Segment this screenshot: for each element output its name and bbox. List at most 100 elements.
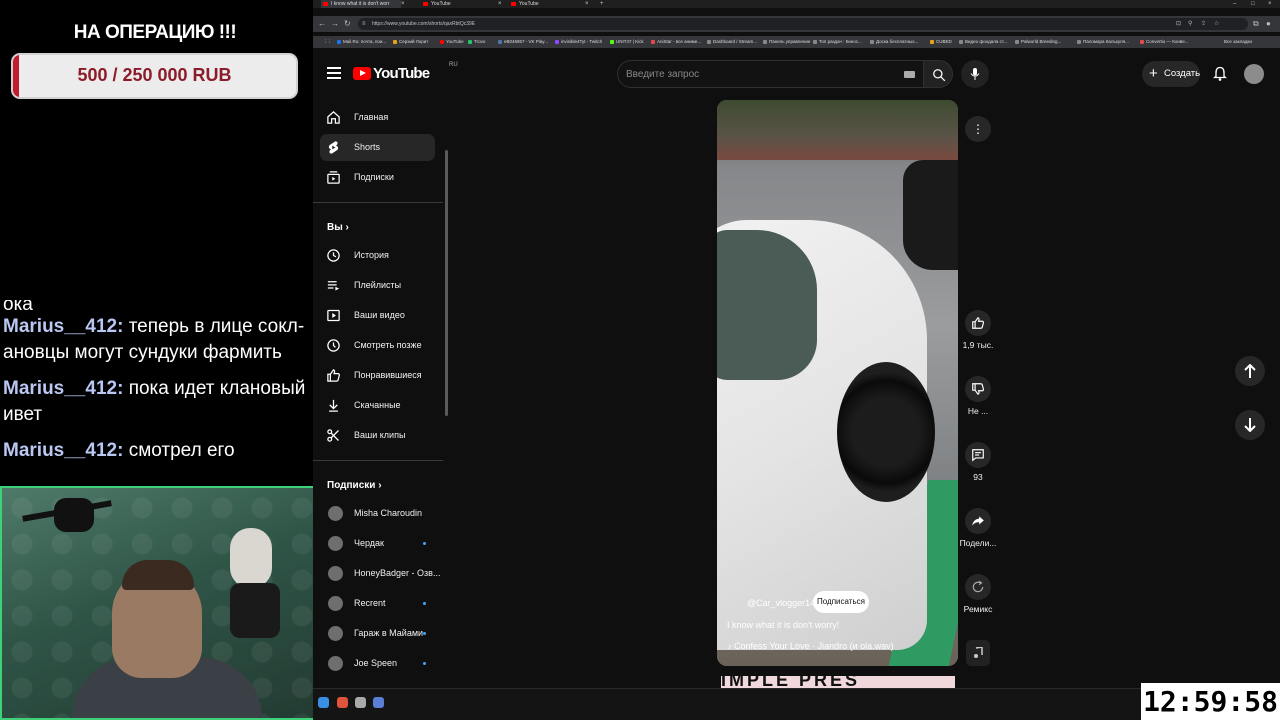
- donation-progress-bar: 500 / 250 000 RUB: [11, 53, 298, 99]
- new-tab-icon[interactable]: +: [600, 0, 604, 8]
- sidebar-item-downloads[interactable]: Скачанные: [320, 392, 435, 419]
- close-icon[interactable]: ×: [498, 0, 502, 8]
- tab-youtube[interactable]: YouTube: [421, 0, 491, 8]
- bookmark-item[interactable]: Mail.Ru: почта, пои...: [337, 39, 386, 45]
- subscriptions-section-header[interactable]: Подписки ›: [327, 480, 382, 491]
- bookmark-item[interactable]: CUBED: [930, 39, 952, 45]
- sound-thumbnail[interactable]: [966, 640, 990, 666]
- extensions-icon[interactable]: ⧉: [1253, 19, 1259, 29]
- chat-username: Marius__412: [3, 378, 118, 399]
- address-bar[interactable]: ≡ https://www.youtube.com/shorts/qaxRbtQ…: [358, 18, 1248, 30]
- subscription-channel[interactable]: Joe Speen: [320, 650, 435, 677]
- all-bookmarks[interactable]: Все закладки: [1218, 39, 1252, 45]
- menu-icon[interactable]: [327, 67, 341, 79]
- like-count: 1,9 тыс.: [962, 340, 994, 350]
- sidebar-item-watch-later[interactable]: Смотреть позже: [320, 332, 435, 359]
- bookmark-item[interactable]: Trovo: [468, 39, 485, 45]
- short-video-player[interactable]: @Car_vlogger14 Подписаться I know what i…: [717, 100, 958, 666]
- bookmark-item[interactable]: AniStar - все аниме...: [651, 39, 701, 45]
- maximize-icon[interactable]: □: [1251, 0, 1255, 8]
- black-car: [903, 160, 958, 270]
- reload-icon[interactable]: ↻: [344, 19, 351, 29]
- app-taskbar-icon[interactable]: [373, 697, 384, 708]
- bookmark-item[interactable]: Доска бесплатных...: [870, 39, 918, 45]
- tab-youtube-2[interactable]: YouTube: [509, 0, 579, 8]
- window-close-icon[interactable]: ×: [1268, 0, 1272, 8]
- youtube-page: YouTube RU Введите запрос + Создать Глав…: [313, 48, 1280, 688]
- bookmark-item[interactable]: YouTube: [440, 39, 464, 45]
- subscribe-button[interactable]: Подписаться: [813, 591, 869, 613]
- next-short-preview[interactable]: IMPLE PRES: [721, 676, 955, 688]
- sidebar-item-clips[interactable]: Ваши клипы: [320, 422, 435, 449]
- site-info-icon[interactable]: ≡: [362, 20, 366, 28]
- comments-button[interactable]: 93: [958, 442, 998, 482]
- search-input[interactable]: Введите запрос: [617, 60, 923, 88]
- sidebar-item-shorts[interactable]: Shorts: [320, 134, 435, 161]
- bookmark-item[interactable]: UNIT47 | Kick: [610, 39, 644, 45]
- bookmark-item[interactable]: Панель управление: [763, 39, 810, 45]
- sidebar-item-history[interactable]: История: [320, 242, 435, 269]
- subscription-channel[interactable]: Гараж в Майами: [320, 620, 435, 647]
- account-avatar[interactable]: [1244, 64, 1264, 84]
- arrow-down-icon: [1244, 418, 1256, 432]
- close-icon[interactable]: ×: [585, 0, 589, 8]
- remix-button[interactable]: Ремикс: [958, 574, 998, 614]
- bookmark-item[interactable]: Palworld Breeding...: [1015, 39, 1061, 45]
- stream-clock: 12:59:58: [1141, 683, 1280, 720]
- bookmark-item[interactable]: Паломара Калькуля...: [1077, 39, 1129, 45]
- create-button[interactable]: + Создать: [1142, 61, 1200, 87]
- browser-taskbar-icon[interactable]: [337, 697, 348, 708]
- screen: НА ОПЕРАЦИЮ !!! 500 / 250 000 RUB ока Ma…: [0, 0, 1280, 720]
- close-icon[interactable]: ×: [401, 0, 405, 8]
- profile-icon[interactable]: ●: [1266, 19, 1271, 29]
- start-icon[interactable]: [318, 697, 329, 708]
- bookmark-item[interactable]: Видео фондала ст...: [959, 39, 1007, 45]
- share-arrow-icon: [972, 516, 984, 526]
- divider: [313, 460, 443, 461]
- bookmark-item[interactable]: Dashboard / Stream...: [707, 39, 757, 45]
- forward-icon[interactable]: →: [331, 19, 339, 29]
- share-button[interactable]: Подели...: [958, 508, 998, 548]
- bookmark-item[interactable]: invisible4Tyt - Twitch: [555, 39, 602, 45]
- sidebar-item-liked[interactable]: Понравившиеся: [320, 362, 435, 389]
- sidebar-item-subscriptions[interactable]: Подписки: [320, 164, 435, 191]
- next-short-button[interactable]: [1235, 410, 1265, 440]
- back-icon[interactable]: ←: [318, 19, 326, 29]
- download-icon: [329, 399, 338, 412]
- bookmark-item[interactable]: Серхий Лорит: [393, 39, 428, 45]
- bookmark-item[interactable]: Convertio — Конве...: [1140, 39, 1188, 45]
- voice-search-button[interactable]: [961, 60, 989, 88]
- sidebar-item-playlists[interactable]: Плейлисты: [320, 272, 435, 299]
- bookmark-item[interactable]: Топ раздач : Кинос...: [813, 39, 862, 45]
- tab-short[interactable]: I know what it is don't worr: [321, 0, 401, 8]
- more-options-icon[interactable]: ⋮: [965, 116, 991, 142]
- previous-short-button[interactable]: [1235, 356, 1265, 386]
- subscription-channel[interactable]: Чердак: [320, 530, 435, 557]
- zoom-icon[interactable]: ⚲: [1188, 20, 1192, 28]
- like-button[interactable]: 1,9 тыс.: [958, 310, 998, 350]
- short-music[interactable]: ♪ Confess Your Love · Jiandro (и ola.wav…: [727, 641, 894, 651]
- share-icon[interactable]: ⇪: [1201, 20, 1206, 28]
- subscription-channel[interactable]: Recrent: [320, 590, 435, 617]
- you-section-header[interactable]: Вы ›: [327, 222, 349, 233]
- bookmark-star-icon[interactable]: ☆: [1214, 20, 1219, 28]
- channel-handle[interactable]: @Car_vlogger14: [747, 598, 815, 608]
- search-button[interactable]: [923, 60, 953, 88]
- home-icon: [327, 111, 340, 124]
- minimize-icon[interactable]: –: [1233, 0, 1236, 8]
- sidebar-item-home[interactable]: Главная: [320, 104, 435, 131]
- install-icon[interactable]: ⊡: [1176, 20, 1181, 28]
- short-title[interactable]: I know what it is don't worry!: [727, 620, 839, 630]
- browser-toolbar: ← → ↻ ≡ https://www.youtube.com/shorts/q…: [313, 16, 1280, 32]
- subscription-channel[interactable]: HoneyBadger - Озв...: [320, 560, 440, 587]
- keyboard-icon[interactable]: [904, 71, 915, 78]
- dislike-button[interactable]: Не ...: [958, 376, 998, 416]
- app-taskbar-icon[interactable]: [355, 697, 366, 708]
- youtube-favicon-icon: [323, 2, 328, 6]
- apps-icon[interactable]: ⋮⋮: [317, 39, 332, 45]
- sidebar-scrollbar[interactable]: [445, 150, 448, 416]
- sidebar-item-your-videos[interactable]: Ваши видео: [320, 302, 435, 329]
- bookmark-item[interactable]: eB046957 - VK Play...: [498, 39, 548, 45]
- notifications-icon[interactable]: [1212, 65, 1230, 83]
- subscription-channel[interactable]: Misha Charoudin: [320, 500, 435, 527]
